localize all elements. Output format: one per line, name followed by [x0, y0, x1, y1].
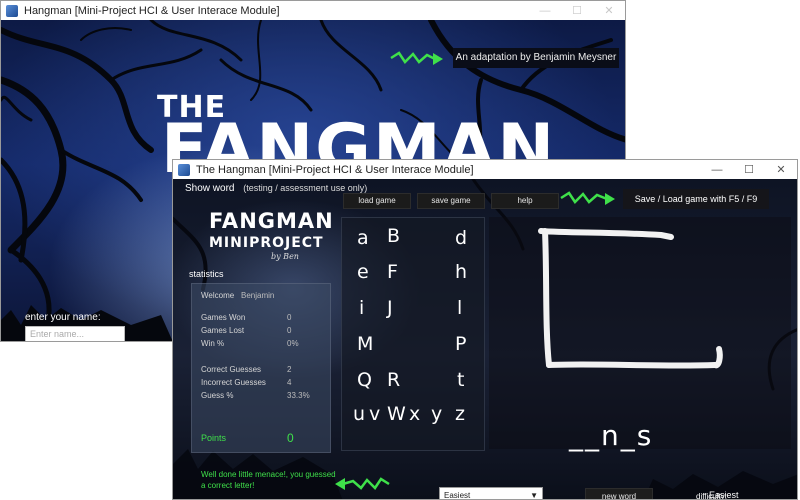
- show-word-toggle[interactable]: Show word (testing / assessment use only…: [185, 183, 367, 194]
- guess-pct-label: Guess %: [201, 391, 234, 400]
- correct-guesses-label: Correct Guesses: [201, 365, 262, 374]
- maximize-icon[interactable]: ☐: [561, 1, 593, 20]
- save-load-hint: Save / Load game with F5 / F9: [623, 189, 769, 209]
- green-arrow-icon: [390, 51, 443, 65]
- start-window-titlebar: Hangman [Mini-Project HCI & User Interac…: [1, 1, 625, 20]
- logo-byline: by Ben: [271, 252, 299, 261]
- letter-button[interactable]: Q: [357, 371, 372, 390]
- hidden-word: __n_s: [569, 419, 654, 452]
- welcome-name: Benjamin: [241, 291, 275, 300]
- letter-button[interactable]: W: [387, 405, 406, 424]
- games-won-value: 0: [287, 313, 292, 322]
- difficulty-dropdown-value: Easiest: [444, 491, 471, 500]
- guess-pct-value: 33.3%: [287, 391, 310, 400]
- games-won-label: Games Won: [201, 313, 246, 322]
- incorrect-guesses-label: Incorrect Guesses: [201, 378, 266, 387]
- letter-button[interactable]: B: [387, 227, 400, 246]
- letter-button[interactable]: v: [369, 405, 380, 424]
- minimize-icon[interactable]: —: [529, 1, 561, 20]
- game-window-title: The Hangman [Mini-Project HCI & User Int…: [196, 163, 474, 176]
- green-arrow-left-icon: [335, 477, 390, 490]
- game-window: The Hangman [Mini-Project HCI & User Int…: [172, 159, 798, 500]
- close-icon[interactable]: ✕: [593, 1, 625, 20]
- minimize-icon[interactable]: —: [701, 160, 733, 179]
- app-icon: [178, 163, 190, 176]
- welcome-label: Welcome: [201, 291, 235, 300]
- start-window-title: Hangman [Mini-Project HCI & User Interac…: [24, 4, 280, 17]
- new-word-button[interactable]: new word: [585, 488, 653, 499]
- credit-banner: An adaptation by Benjamin Meysner: [453, 48, 619, 68]
- letter-button[interactable]: h: [455, 263, 467, 282]
- name-input[interactable]: [25, 326, 125, 341]
- close-icon[interactable]: ✕: [765, 160, 797, 179]
- letter-button[interactable]: a: [357, 229, 369, 248]
- difficulty-dropdown[interactable]: Easiest ▼: [439, 487, 543, 500]
- logo-miniproject: MINIPROJECT: [209, 235, 324, 251]
- chevron-down-icon: ▼: [530, 491, 538, 500]
- load-game-button[interactable]: load game: [343, 193, 411, 209]
- letter-button[interactable]: P: [455, 335, 466, 354]
- letter-button[interactable]: R: [387, 371, 400, 390]
- games-lost-value: 0: [287, 326, 292, 335]
- letter-button[interactable]: z: [455, 405, 465, 424]
- letter-button[interactable]: l: [457, 299, 462, 318]
- gallows-panel: [489, 217, 791, 449]
- letter-button[interactable]: t: [457, 371, 464, 390]
- letter-button[interactable]: e: [357, 263, 369, 282]
- show-word-note: (testing / assessment use only): [243, 183, 368, 193]
- correct-guesses-value: 2: [287, 365, 292, 374]
- letter-button[interactable]: M: [357, 335, 373, 354]
- logo-fangman: FANGMAN: [209, 209, 334, 233]
- letter-button[interactable]: u: [353, 405, 365, 424]
- difficulty-value: Easiest: [709, 490, 739, 500]
- save-game-button[interactable]: save game: [417, 193, 485, 209]
- letter-button[interactable]: F: [387, 263, 398, 282]
- help-button[interactable]: help: [491, 193, 559, 209]
- game-body: Show word (testing / assessment use only…: [173, 179, 797, 499]
- win-pct-label: Win %: [201, 339, 225, 348]
- green-arrow-icon: [560, 191, 615, 205]
- letter-button[interactable]: i: [359, 299, 364, 318]
- points-value: 0: [287, 431, 294, 445]
- gallows-drawing: [538, 228, 723, 369]
- win-pct-value: 0%: [287, 339, 299, 348]
- letter-button[interactable]: y: [431, 405, 442, 424]
- maximize-icon[interactable]: ☐: [733, 160, 765, 179]
- letter-button[interactable]: d: [455, 229, 467, 248]
- letter-button[interactable]: J: [387, 299, 393, 318]
- game-window-titlebar: The Hangman [Mini-Project HCI & User Int…: [173, 160, 797, 179]
- games-lost-label: Games Lost: [201, 326, 245, 335]
- points-label: Points: [201, 433, 227, 443]
- app-icon: [6, 4, 18, 17]
- letter-button[interactable]: x: [409, 405, 420, 424]
- feedback-message: Well done little menace!, you guessed a …: [201, 470, 336, 490]
- name-label: enter your name:: [25, 312, 101, 323]
- show-word-label: Show word: [185, 183, 235, 194]
- incorrect-guesses-value: 4: [287, 378, 292, 387]
- statistics-label: statistics: [189, 269, 224, 279]
